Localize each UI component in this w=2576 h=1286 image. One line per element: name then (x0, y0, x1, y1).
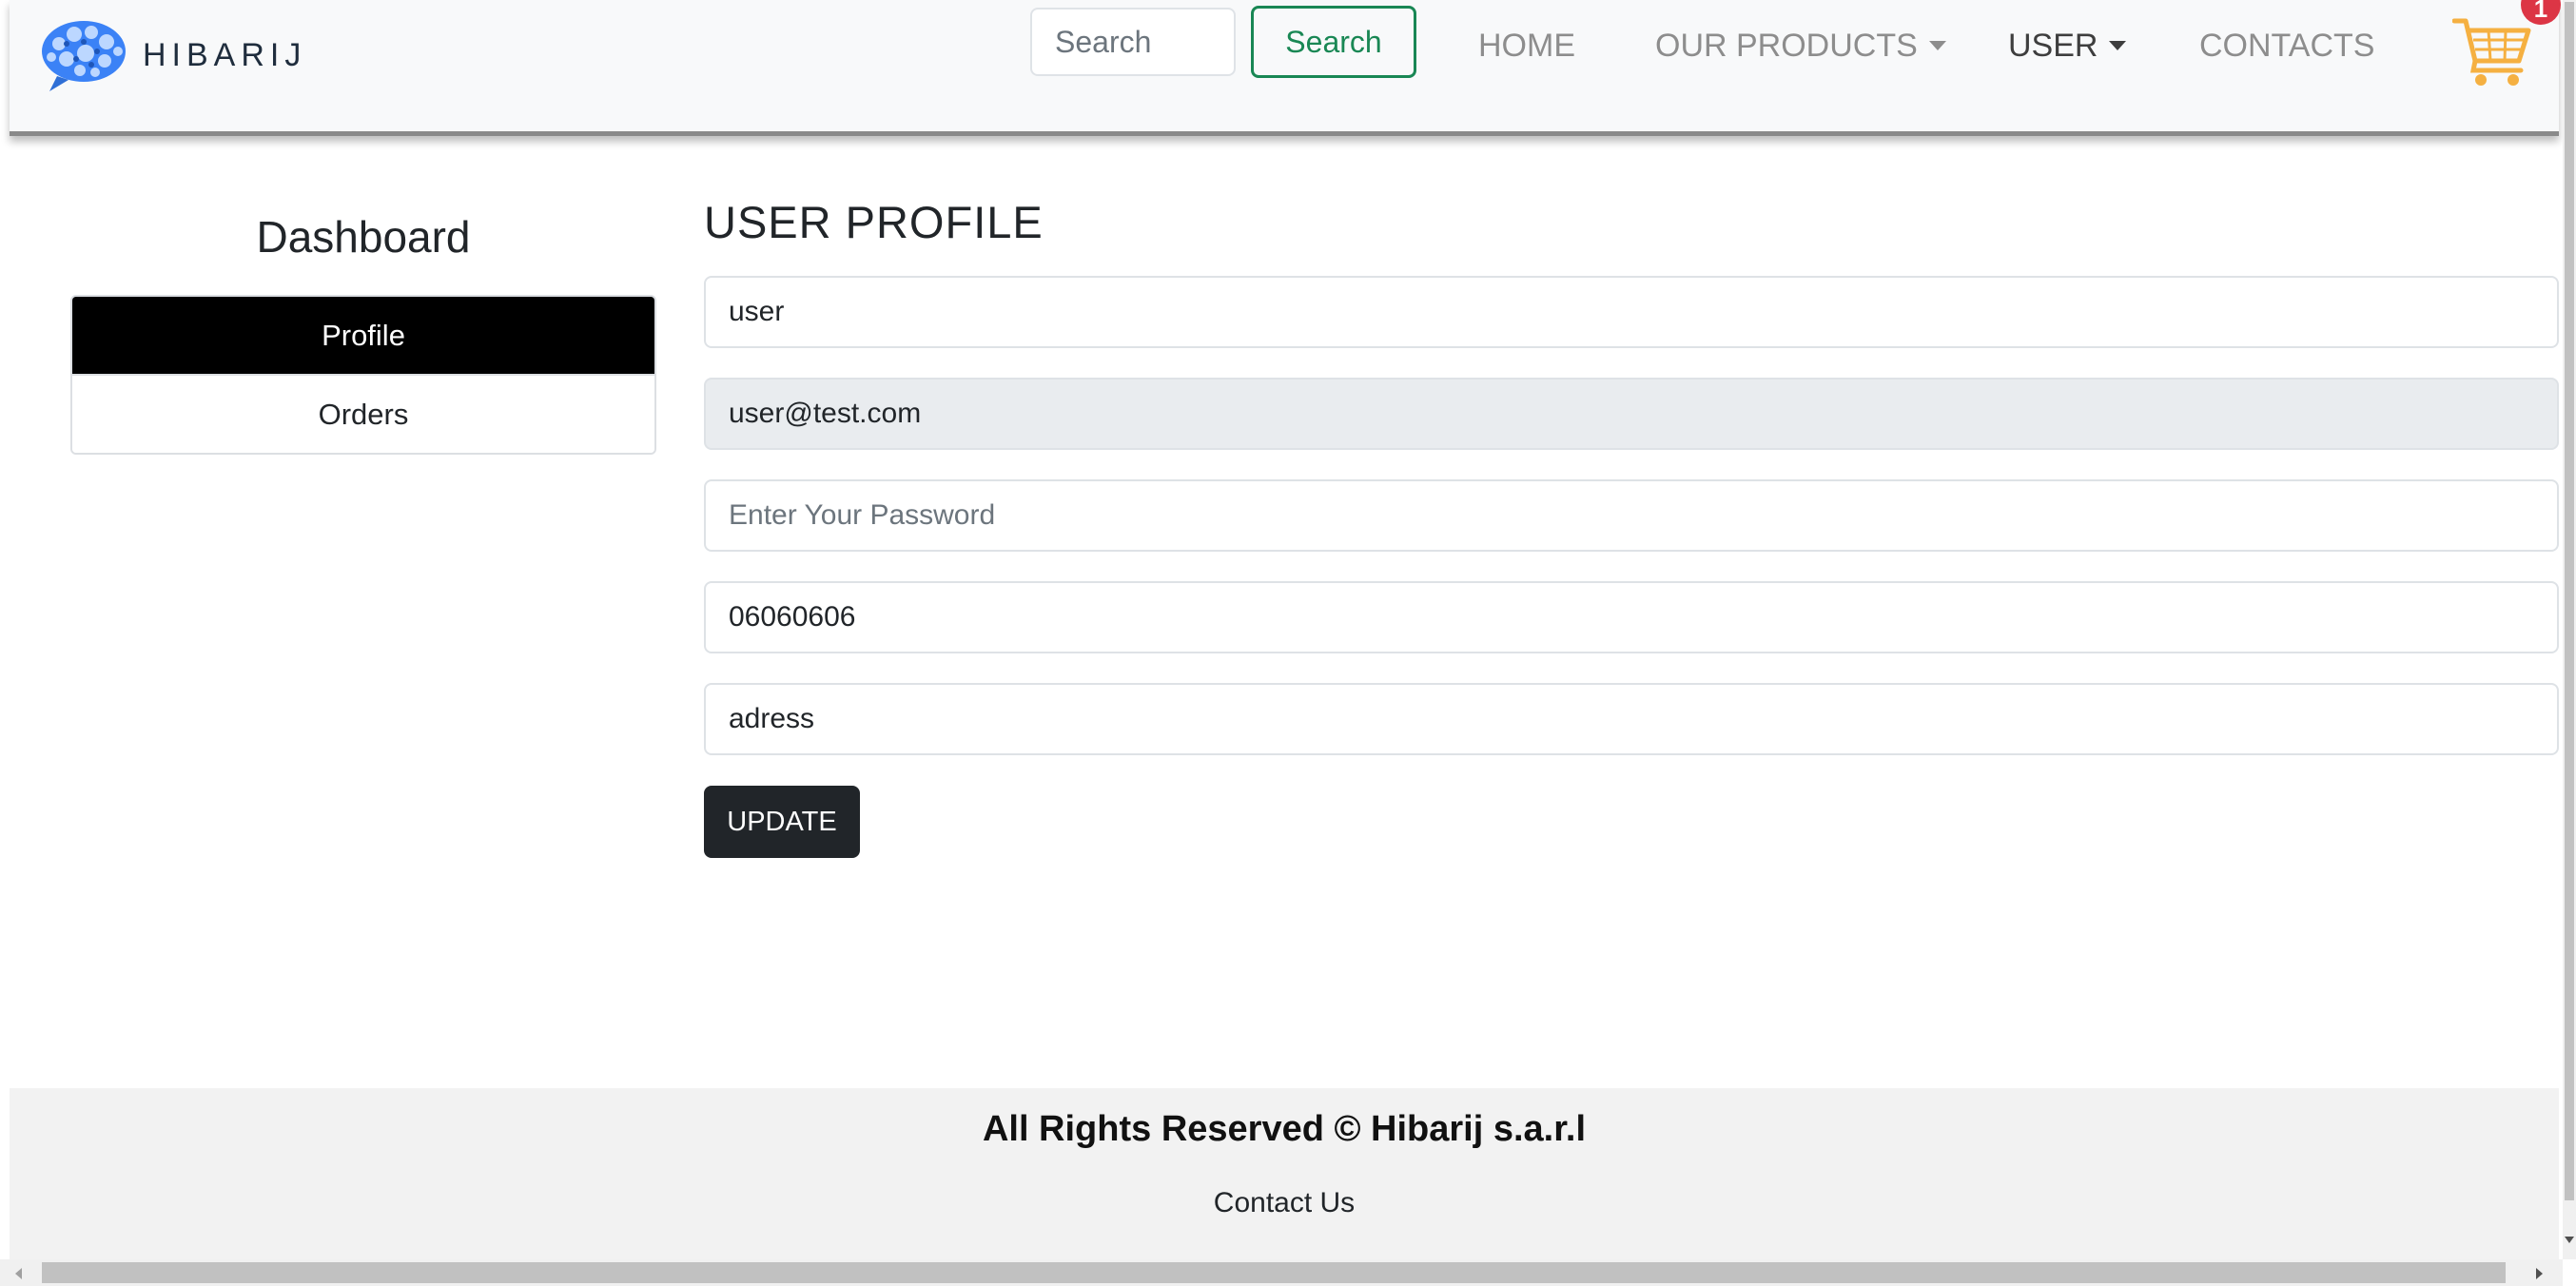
page-title: USER PROFILE (704, 197, 1044, 247)
caret-down-icon (2109, 41, 2127, 50)
nav-contacts-link[interactable]: CONTACTS (2199, 21, 2374, 70)
update-button[interactable]: UPDATE (704, 786, 860, 858)
brand-logo-icon (42, 21, 126, 91)
email-field (704, 378, 2559, 450)
name-field[interactable] (704, 276, 2559, 348)
search-button[interactable]: Search (1251, 6, 1416, 78)
brand-name: HIBARIJ (143, 36, 307, 73)
dashboard-menu: Profile Orders (70, 295, 656, 455)
horizontal-scrollbar[interactable] (0, 1259, 2563, 1286)
phone-field[interactable] (704, 581, 2559, 653)
nav-products-dropdown[interactable]: OUR PRODUCTS (1655, 21, 1946, 70)
nav-home-label: HOME (1478, 28, 1575, 64)
footer: All Rights Reserved © Hibarij s.a.r.l Co… (10, 1088, 2559, 1259)
scroll-left-arrow-icon[interactable] (15, 1268, 22, 1279)
footer-copyright: All Rights Reserved © Hibarij s.a.r.l (982, 1109, 1587, 1149)
password-field[interactable] (704, 479, 2559, 552)
nav-products-label: OUR PRODUCTS (1655, 28, 1918, 64)
scroll-down-arrow-icon[interactable] (2565, 1237, 2574, 1243)
search-input[interactable] (1030, 8, 1236, 76)
scroll-right-arrow-icon[interactable] (2536, 1268, 2543, 1279)
nav-user-dropdown[interactable]: USER (2008, 21, 2127, 70)
navbar: HIBARIJ Search HOME OUR PRODUCTS USER CO… (10, 0, 2561, 136)
nav-home-link[interactable]: HOME (1478, 21, 1575, 70)
caret-down-icon (1928, 41, 1946, 50)
sidebar-item-profile[interactable]: Profile (72, 297, 654, 374)
shopping-cart-icon[interactable] (2452, 13, 2532, 89)
vertical-scrollbar-thumb[interactable] (2565, 2, 2574, 1200)
nav-contacts-label: CONTACTS (2199, 28, 2375, 64)
dashboard-title: Dashboard (256, 212, 471, 262)
sidebar-item-orders[interactable]: Orders (72, 374, 654, 453)
brand[interactable]: HIBARIJ (38, 15, 306, 95)
vertical-scrollbar[interactable] (2563, 0, 2576, 1259)
footer-contact-link[interactable]: Contact Us (10, 1187, 2559, 1219)
horizontal-scrollbar-thumb[interactable] (42, 1262, 2506, 1283)
nav-user-label: USER (2008, 28, 2098, 64)
address-field[interactable] (704, 683, 2559, 755)
